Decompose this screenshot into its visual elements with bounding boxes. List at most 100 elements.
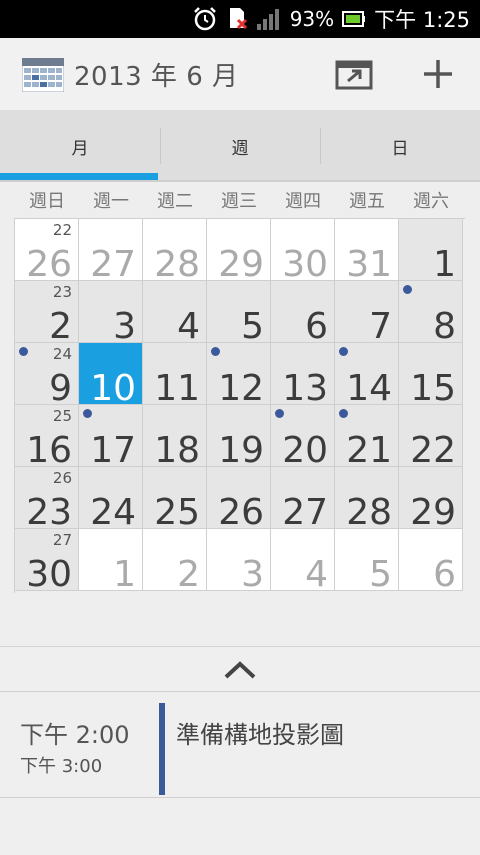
day-number: 29 (218, 244, 264, 285)
day-cell[interactable]: 21 (335, 405, 399, 471)
day-number: 16 (26, 430, 72, 471)
week-number: 22 (52, 221, 72, 239)
day-cell[interactable]: 18 (143, 405, 207, 471)
day-cell[interactable]: 11 (143, 343, 207, 407)
event-color-bar (159, 703, 165, 795)
day-cell[interactable]: 29 (399, 467, 463, 531)
event-end-time: 下午 3:00 (20, 756, 103, 777)
day-cell[interactable]: 24 (79, 467, 143, 533)
day-cell[interactable]: 29 (207, 219, 271, 285)
agenda-divider (0, 691, 480, 692)
event-dot (275, 409, 284, 418)
tab-day[interactable]: 日 (320, 110, 480, 182)
day-cell[interactable]: 27 30 (15, 529, 79, 595)
chevron-up-icon[interactable] (222, 659, 258, 681)
day-cell[interactable]: 20 (271, 405, 335, 471)
day-cell[interactable]: 13 (271, 343, 335, 407)
day-number: 26 (26, 244, 72, 285)
day-number: 30 (282, 244, 328, 285)
day-number: 15 (410, 368, 456, 409)
day-number: 6 (305, 306, 328, 347)
day-number: 5 (241, 306, 264, 347)
day-cell[interactable]: 2 (143, 529, 207, 593)
day-cell[interactable]: 28 (335, 467, 399, 531)
day-number: 17 (90, 430, 136, 471)
day-number: 30 (26, 554, 72, 595)
day-number: 7 (369, 306, 392, 347)
day-cell[interactable]: 25 16 (15, 405, 79, 471)
day-number: 18 (154, 430, 200, 471)
day-number: 23 (26, 492, 72, 533)
day-cell[interactable]: 23 2 (15, 281, 79, 347)
day-cell[interactable]: 4 (143, 281, 207, 345)
day-cell[interactable]: 25 (143, 467, 207, 531)
day-number: 27 (282, 492, 328, 533)
day-number: 5 (369, 554, 392, 595)
day-cell[interactable]: 26 (207, 467, 271, 533)
event-dot (339, 409, 348, 418)
day-cell[interactable]: 30 (271, 219, 335, 285)
day-cell[interactable]: 19 (207, 405, 271, 469)
day-cell[interactable]: 6 (399, 529, 463, 593)
day-number: 1 (433, 244, 456, 285)
day-cell[interactable]: 8 (399, 281, 463, 345)
day-number: 20 (282, 430, 328, 471)
day-number: 9 (49, 368, 72, 409)
tab-week[interactable]: 週 (160, 110, 320, 182)
day-cell[interactable]: 24 9 (15, 343, 79, 409)
day-number: 28 (154, 244, 200, 285)
day-cell[interactable]: 12 (207, 343, 271, 409)
day-number: 31 (346, 244, 392, 285)
add-event-icon[interactable] (420, 56, 456, 92)
day-number: 3 (113, 306, 136, 347)
alarm-clock-icon (193, 7, 216, 31)
day-cell[interactable]: 31 (335, 219, 399, 285)
day-cell[interactable]: 5 (207, 281, 271, 347)
day-cell[interactable]: 4 (271, 529, 335, 593)
weekday-label: 週三 (221, 191, 257, 212)
day-number: 1 (113, 554, 136, 595)
agenda-panel: 下午 2:00 下午 3:00 準備構地投影圖 (0, 646, 480, 855)
day-number: 2 (49, 306, 72, 347)
event-dot (83, 409, 92, 418)
day-number: 26 (218, 492, 264, 533)
day-cell[interactable]: 7 (335, 281, 399, 347)
day-cell[interactable]: 14 (335, 343, 399, 407)
status-bar: 93% 下午 1:25 (0, 0, 480, 38)
event-dot (19, 347, 28, 356)
day-cell[interactable]: 28 (143, 219, 207, 285)
day-cell[interactable]: 10 (79, 343, 143, 407)
day-cell[interactable]: 26 23 (15, 467, 79, 533)
week-number: 26 (52, 469, 72, 487)
day-cell[interactable]: 3 (79, 281, 143, 347)
day-cell[interactable]: 17 (79, 405, 143, 471)
day-cell[interactable]: 22 (399, 405, 463, 469)
day-cell[interactable]: 1 (79, 529, 143, 595)
calendar-app-icon[interactable] (22, 58, 64, 92)
page-title[interactable]: 2013 年 6 月 (74, 56, 239, 93)
tab-month[interactable]: 月 (0, 110, 160, 182)
weekday-label: 週六 (413, 191, 449, 212)
week-number: 27 (52, 531, 72, 549)
day-cell[interactable]: 6 (271, 281, 335, 347)
tabs-divider (0, 180, 480, 182)
day-cell[interactable]: 3 (207, 529, 271, 595)
go-to-today-icon[interactable] (334, 56, 374, 92)
weekday-label: 週二 (157, 191, 193, 212)
day-number: 24 (90, 492, 136, 533)
view-tabs: 月 週 日 (0, 110, 480, 182)
day-cell[interactable]: 1 (399, 219, 463, 285)
day-cell[interactable]: 15 (399, 343, 463, 409)
event-title: 準備構地投影圖 (176, 721, 344, 749)
day-number: 12 (218, 368, 264, 409)
day-cell[interactable]: 27 (271, 467, 335, 533)
agenda-divider (0, 797, 480, 798)
day-number: 3 (241, 554, 264, 595)
day-cell[interactable]: 5 (335, 529, 399, 595)
day-cell[interactable]: 27 (79, 219, 143, 283)
weekday-label: 週五 (349, 191, 385, 212)
week-number: 23 (52, 283, 72, 301)
day-number: 21 (346, 430, 392, 471)
week-number: 24 (52, 345, 72, 363)
day-cell[interactable]: 22 26 (15, 219, 79, 285)
